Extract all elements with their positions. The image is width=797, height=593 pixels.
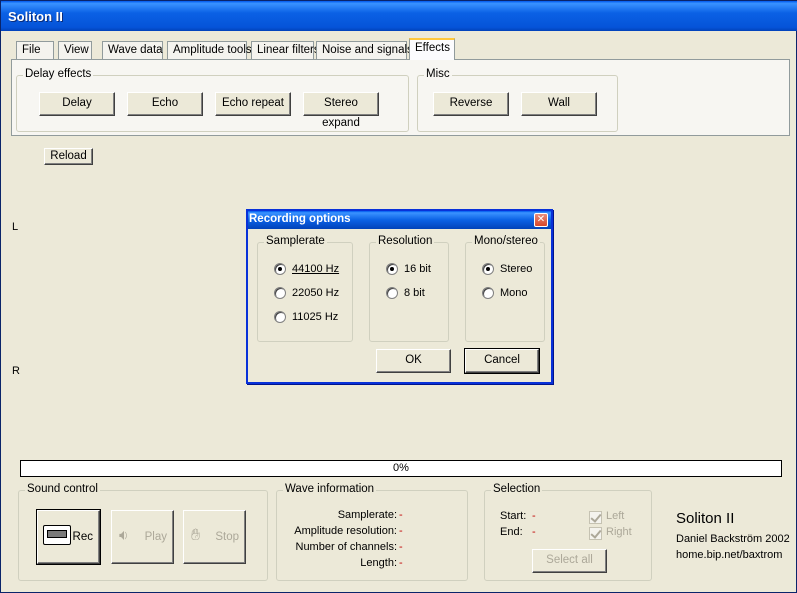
amplitude-resolution-key: Amplitude resolution: bbox=[294, 525, 397, 537]
delay-effects-group: Delay effects Delay Echo Echo repeat Ste… bbox=[16, 68, 409, 132]
hand-icon: ✋︎ bbox=[191, 527, 201, 544]
misc-group: Misc Reverse Wall bbox=[417, 68, 618, 132]
cancel-button[interactable]: Cancel bbox=[464, 348, 540, 374]
dialog-title: Recording options bbox=[248, 211, 551, 229]
delay-effects-label: Delay effects bbox=[23, 68, 94, 80]
stereo-expand-button[interactable]: Stereo expand bbox=[303, 92, 379, 129]
tab-noise-and-signals[interactable]: Noise and signals bbox=[316, 41, 413, 60]
speaker-icon: 🔉︎ bbox=[119, 527, 129, 544]
radio-16-bit-label: 16 bit bbox=[404, 263, 431, 275]
cassette-icon bbox=[43, 525, 71, 545]
app-name: Soliton II bbox=[676, 510, 735, 527]
radio-11025-dot bbox=[274, 311, 286, 323]
radio-22050[interactable]: 22050 Hz bbox=[274, 287, 339, 299]
delay-button[interactable]: Delay bbox=[39, 92, 115, 116]
radio-mono[interactable]: Mono bbox=[482, 287, 528, 299]
echo-button[interactable]: Echo bbox=[127, 92, 203, 116]
length-key: Length: bbox=[360, 557, 397, 569]
echo-repeat-button[interactable]: Echo repeat bbox=[215, 92, 291, 116]
tab-amplitude-tools[interactable]: Amplitude tools bbox=[167, 41, 252, 60]
progress-bar: 0% bbox=[20, 460, 782, 477]
end-label: End: bbox=[500, 526, 523, 538]
radio-mono-dot bbox=[482, 287, 494, 299]
tab-wave-data[interactable]: Wave data bbox=[102, 41, 163, 60]
select-all-button[interactable]: Select all bbox=[532, 549, 607, 573]
selection-label: Selection bbox=[491, 483, 543, 495]
rec-label: Rec bbox=[72, 531, 93, 543]
radio-11025[interactable]: 11025 Hz bbox=[274, 311, 338, 323]
left-channel-label: L bbox=[12, 221, 19, 233]
sound-control-label: Sound control bbox=[25, 483, 100, 495]
left-checkbox-label: Left bbox=[606, 510, 625, 522]
radio-16-bit-dot bbox=[386, 263, 398, 275]
start-label: Start: bbox=[500, 510, 527, 522]
window-title: Soliton II bbox=[1, 1, 797, 31]
homepage-text: home.bip.net/baxtrom bbox=[676, 549, 783, 561]
amplitude-resolution-value: - bbox=[399, 525, 403, 537]
radio-stereo-label: Stereo bbox=[500, 263, 533, 275]
ok-button[interactable]: OK bbox=[376, 349, 451, 373]
author-text: Daniel Backström 2002 bbox=[676, 533, 790, 545]
tab-view[interactable]: View bbox=[58, 41, 92, 60]
radio-16-bit[interactable]: 16 bit bbox=[386, 263, 431, 275]
reload-button[interactable]: Reload bbox=[44, 148, 93, 165]
rec-button[interactable]: Rec bbox=[36, 509, 101, 565]
play-label: Play bbox=[144, 531, 167, 543]
stop-button[interactable]: ✋︎ Stop bbox=[183, 510, 246, 564]
mono-stereo-group: Mono/stereo Stereo Mono bbox=[465, 235, 545, 342]
samplerate-group-label: Samplerate bbox=[264, 235, 327, 247]
radio-44100-label: 44100 Hz bbox=[292, 263, 340, 275]
resolution-group: Resolution 16 bit 8 bit bbox=[369, 235, 449, 342]
wave-information-group: Wave information Samplerate: - Amplitude… bbox=[276, 483, 468, 581]
radio-8-bit-label: 8 bit bbox=[404, 287, 425, 299]
right-channel-label: R bbox=[12, 365, 20, 377]
radio-8-bit[interactable]: 8 bit bbox=[386, 287, 425, 299]
number-of-channels-value: - bbox=[399, 541, 403, 553]
radio-stereo-dot bbox=[482, 263, 494, 275]
radio-11025-label: 11025 Hz bbox=[292, 311, 339, 323]
right-checkbox[interactable] bbox=[589, 527, 602, 540]
tab-effects[interactable]: Effects bbox=[409, 38, 455, 60]
end-value: - bbox=[532, 526, 536, 538]
tab-linear-filters[interactable]: Linear filters bbox=[251, 41, 320, 60]
number-of-channels-key: Number of channels: bbox=[295, 541, 398, 553]
wall-button[interactable]: Wall bbox=[521, 92, 597, 116]
progress-text: 0% bbox=[393, 462, 409, 474]
wave-information-label: Wave information bbox=[283, 483, 377, 495]
start-value: - bbox=[532, 510, 536, 522]
close-icon[interactable]: ✕ bbox=[534, 213, 548, 227]
samplerate-group: Samplerate 44100 Hz 22050 Hz 11025 Hz bbox=[257, 235, 353, 342]
right-checkbox-label: Right bbox=[606, 526, 632, 538]
misc-label: Misc bbox=[424, 68, 452, 80]
recording-options-dialog: Recording options ✕ Samplerate 44100 Hz … bbox=[246, 209, 553, 384]
stop-label: Stop bbox=[215, 531, 239, 543]
mono-stereo-group-label: Mono/stereo bbox=[472, 235, 540, 247]
effects-panel: Delay effects Delay Echo Echo repeat Ste… bbox=[11, 59, 790, 136]
radio-44100-dot bbox=[274, 263, 286, 275]
selection-group: Selection Start: - End: - Left Right Sel… bbox=[484, 483, 652, 581]
tab-file[interactable]: File bbox=[16, 41, 54, 60]
length-value: - bbox=[399, 557, 403, 569]
left-checkbox[interactable] bbox=[589, 511, 602, 524]
samplerate-value: - bbox=[399, 509, 403, 521]
samplerate-key: Samplerate: bbox=[337, 509, 397, 521]
radio-stereo[interactable]: Stereo bbox=[482, 263, 532, 275]
reverse-button[interactable]: Reverse bbox=[433, 92, 509, 116]
radio-mono-label: Mono bbox=[500, 287, 528, 299]
radio-44100[interactable]: 44100 Hz bbox=[274, 263, 339, 275]
sound-control-group: Sound control Rec 🔉︎ Play ✋︎ Stop bbox=[18, 483, 268, 581]
resolution-group-label: Resolution bbox=[376, 235, 435, 247]
radio-22050-label: 22050 Hz bbox=[292, 287, 340, 299]
play-button[interactable]: 🔉︎ Play bbox=[111, 510, 174, 564]
radio-8-bit-dot bbox=[386, 287, 398, 299]
radio-22050-dot bbox=[274, 287, 286, 299]
